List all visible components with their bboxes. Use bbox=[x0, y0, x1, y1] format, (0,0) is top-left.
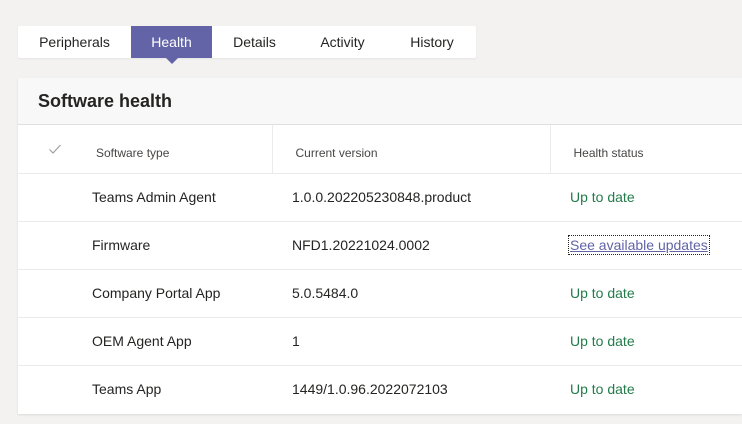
current-version-cell: 1 bbox=[272, 317, 550, 366]
tab-peripherals[interactable]: Peripherals bbox=[18, 26, 131, 58]
row-select-cell[interactable] bbox=[18, 221, 90, 270]
row-select-cell[interactable] bbox=[18, 269, 90, 318]
health-status-cell: Up to date bbox=[550, 173, 742, 222]
current-version-cell: 5.0.5484.0 bbox=[272, 269, 550, 318]
table-row[interactable]: Company Portal App 5.0.5484.0 Up to date bbox=[18, 269, 742, 318]
health-status-cell: Up to date bbox=[550, 317, 742, 366]
software-type-cell: Firmware bbox=[90, 221, 272, 270]
table-row[interactable]: Firmware NFD1.20221024.0002 See availabl… bbox=[18, 221, 742, 270]
software-health-card: Software health Software type Current ve… bbox=[18, 78, 742, 414]
card-header: Software health bbox=[18, 78, 742, 125]
tab-history[interactable]: History bbox=[388, 26, 476, 58]
status-up-to-date: Up to date bbox=[570, 381, 635, 398]
health-status-cell: Up to date bbox=[550, 365, 742, 413]
tab-activity[interactable]: Activity bbox=[297, 26, 388, 58]
software-type-cell: Teams Admin Agent bbox=[90, 173, 272, 222]
software-type-cell: Company Portal App bbox=[90, 269, 272, 318]
see-available-updates-link[interactable]: See available updates bbox=[568, 235, 710, 255]
status-up-to-date: Up to date bbox=[570, 285, 635, 301]
table-row[interactable]: Teams App 1449/1.0.96.2022072103 Up to d… bbox=[18, 365, 742, 413]
software-type-cell: OEM Agent App bbox=[90, 317, 272, 366]
column-header-current-version[interactable]: Current version bbox=[271, 125, 550, 174]
current-version-cell: 1449/1.0.96.2022072103 bbox=[292, 381, 448, 398]
current-version-cell: NFD1.20221024.0002 bbox=[272, 221, 550, 270]
software-health-table: Software type Current version Health sta… bbox=[18, 125, 742, 413]
status-up-to-date: Up to date bbox=[570, 189, 635, 205]
checkmark-icon[interactable] bbox=[48, 142, 62, 156]
tab-health[interactable]: Health bbox=[131, 26, 212, 64]
tab-bar: Peripherals Health Details Activity Hist… bbox=[18, 26, 476, 64]
health-status-cell: Up to date bbox=[550, 269, 742, 318]
table-row[interactable]: OEM Agent App 1 Up to date bbox=[18, 317, 742, 366]
status-up-to-date: Up to date bbox=[570, 333, 635, 349]
card-title: Software health bbox=[38, 90, 173, 111]
row-select-cell[interactable] bbox=[18, 365, 90, 413]
current-version-cell: 1.0.0.202205230848.product bbox=[272, 173, 550, 222]
table-row[interactable]: Teams Admin Agent 1.0.0.202205230848.pro… bbox=[18, 173, 742, 222]
health-status-cell: See available updates bbox=[550, 221, 742, 270]
select-all-cell[interactable] bbox=[18, 125, 90, 174]
column-header-health-status[interactable]: Health status bbox=[549, 125, 742, 174]
software-type-cell: Teams App bbox=[92, 381, 162, 398]
column-header-software-type[interactable]: Software type bbox=[90, 125, 272, 174]
row-select-cell[interactable] bbox=[18, 317, 90, 366]
table-header-row: Software type Current version Health sta… bbox=[18, 125, 742, 174]
row-select-cell[interactable] bbox=[18, 173, 90, 222]
tab-details[interactable]: Details bbox=[212, 26, 297, 58]
